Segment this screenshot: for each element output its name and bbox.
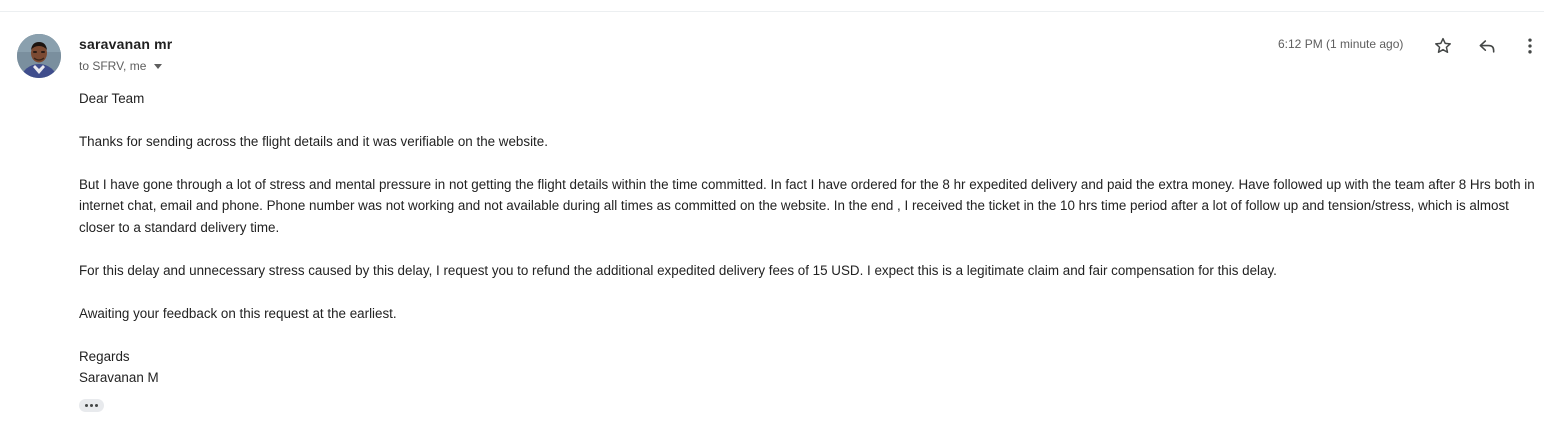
body-paragraph: Awaiting your feedback on this request a… — [79, 305, 397, 321]
sender-avatar[interactable] — [17, 34, 61, 78]
show-trimmed-content-button[interactable] — [79, 399, 104, 412]
more-options-button[interactable] — [1516, 32, 1544, 60]
divider — [0, 11, 1544, 12]
email-message: saravanan mr to SFRV, me 6:12 PM (1 minu… — [0, 0, 1544, 437]
message-timestamp: 6:12 PM (1 minute ago) — [1278, 37, 1404, 51]
chevron-down-icon[interactable] — [154, 63, 163, 69]
star-button[interactable] — [1429, 32, 1457, 60]
reply-button[interactable] — [1473, 32, 1501, 60]
reply-icon — [1479, 40, 1495, 53]
message-body: Dear Team Thanks for sending across the … — [79, 88, 1539, 389]
recipients-line: to SFRV, me — [79, 59, 163, 73]
greeting: Dear Team — [79, 91, 145, 106]
sender-name[interactable]: saravanan mr — [79, 36, 172, 52]
body-paragraph: Thanks for sending across the flight det… — [79, 133, 548, 149]
closing: Regards — [79, 348, 130, 364]
more-vert-icon — [1528, 38, 1532, 54]
body-paragraph: But I have gone through a lot of stress … — [79, 176, 1535, 235]
signature: Saravanan M — [79, 370, 159, 385]
more-horiz-icon — [85, 404, 88, 407]
more-horiz-icon-dot — [95, 404, 98, 407]
body-paragraph: For this delay and unnecessary stress ca… — [79, 262, 1277, 278]
person-avatar-icon — [17, 34, 61, 78]
star-icon — [1435, 37, 1451, 53]
recipients-text: to SFRV, me — [79, 59, 147, 73]
more-horiz-icon-dot — [90, 404, 93, 407]
